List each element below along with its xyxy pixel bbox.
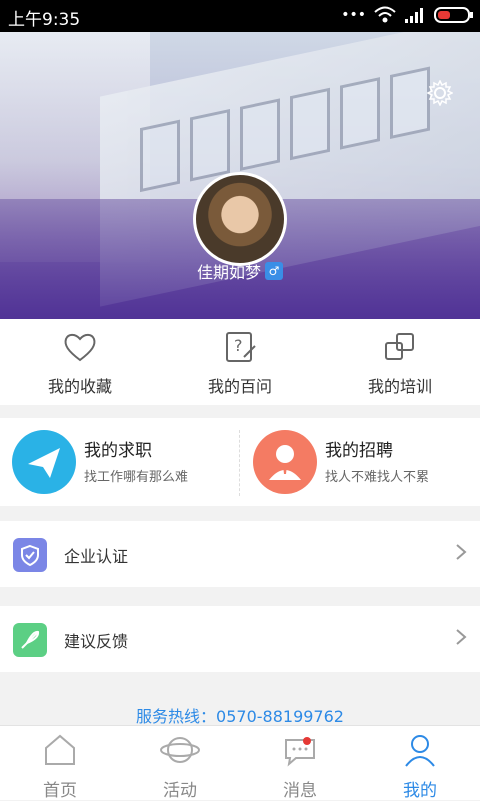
tab-messages-label: 消息 bbox=[283, 781, 317, 801]
more-dots-icon: ••• bbox=[341, 7, 366, 23]
quick-favorites-label: 我的收藏 bbox=[47, 377, 112, 396]
paper-plane-icon bbox=[12, 430, 76, 494]
chat-bubble-icon bbox=[285, 739, 315, 767]
quick-questions-label: 我的百问 bbox=[207, 377, 272, 396]
tab-home-label: 首页 bbox=[43, 781, 77, 801]
chevron-right-icon bbox=[456, 629, 467, 645]
bottom-tab-bar: 首页 活动 消息 我的 bbox=[0, 725, 480, 801]
chevron-right-icon bbox=[456, 544, 467, 560]
battery-icon bbox=[434, 7, 473, 23]
enterprise-verification-row[interactable]: 企业认证 bbox=[0, 521, 480, 587]
question-edit-icon: ? bbox=[226, 332, 256, 362]
my-job-subtitle: 找工作哪有那么难 bbox=[84, 470, 189, 485]
signal-icon bbox=[405, 8, 423, 23]
svg-text:?: ? bbox=[234, 336, 243, 355]
avatar[interactable] bbox=[193, 172, 287, 266]
username: 佳期如梦 bbox=[196, 263, 261, 282]
quick-training-label: 我的培训 bbox=[367, 377, 432, 396]
feedback-row[interactable]: 建议反馈 bbox=[0, 606, 480, 672]
user-icon bbox=[405, 735, 435, 767]
tab-activities[interactable]: 活动 bbox=[120, 732, 240, 801]
quick-questions[interactable]: ? 我的百问 bbox=[160, 331, 320, 397]
service-hotline[interactable]: 服务热线：0570-88199762 bbox=[0, 703, 480, 727]
training-icon bbox=[385, 333, 414, 360]
username-row: 佳期如梦 ♂ bbox=[0, 259, 480, 283]
wifi-icon bbox=[374, 6, 396, 23]
my-recruit-card[interactable]: 我的招聘 找人不难找人不累 bbox=[241, 430, 480, 494]
feather-icon bbox=[13, 623, 47, 657]
enterprise-verification-label: 企业认证 bbox=[64, 547, 129, 566]
unread-badge bbox=[303, 737, 311, 745]
my-recruit-subtitle: 找人不难找人不累 bbox=[325, 470, 430, 485]
planet-icon bbox=[160, 737, 200, 763]
person-icon bbox=[253, 430, 317, 494]
card-divider bbox=[239, 430, 240, 496]
quick-training[interactable]: 我的培训 bbox=[320, 331, 480, 397]
male-gender-icon: ♂ bbox=[265, 262, 283, 280]
job-recruit-cards: 我的求职 找工作哪有那么难 我的招聘 找人不难找人不累 bbox=[0, 418, 480, 506]
shield-icon bbox=[13, 538, 47, 572]
tab-activities-label: 活动 bbox=[163, 781, 197, 801]
tab-mine[interactable]: 我的 bbox=[360, 732, 480, 801]
status-bar: 上午9:35 ••• bbox=[0, 0, 480, 32]
my-job-card[interactable]: 我的求职 找工作哪有那么难 bbox=[0, 430, 240, 494]
tab-mine-label: 我的 bbox=[403, 781, 437, 801]
tab-messages[interactable]: 消息 bbox=[240, 732, 360, 801]
gear-icon[interactable] bbox=[427, 80, 453, 106]
tab-home[interactable]: 首页 bbox=[0, 732, 120, 801]
quick-links: 我的收藏 ? 我的百问 我的培训 bbox=[0, 319, 480, 405]
status-time: 上午9:35 bbox=[8, 10, 81, 30]
heart-icon bbox=[64, 333, 96, 362]
quick-favorites[interactable]: 我的收藏 bbox=[0, 331, 160, 397]
my-job-title: 我的求职 bbox=[84, 441, 152, 461]
status-icons: ••• bbox=[341, 6, 474, 24]
home-icon bbox=[45, 734, 75, 765]
feedback-label: 建议反馈 bbox=[64, 632, 129, 651]
my-recruit-title: 我的招聘 bbox=[325, 441, 393, 461]
